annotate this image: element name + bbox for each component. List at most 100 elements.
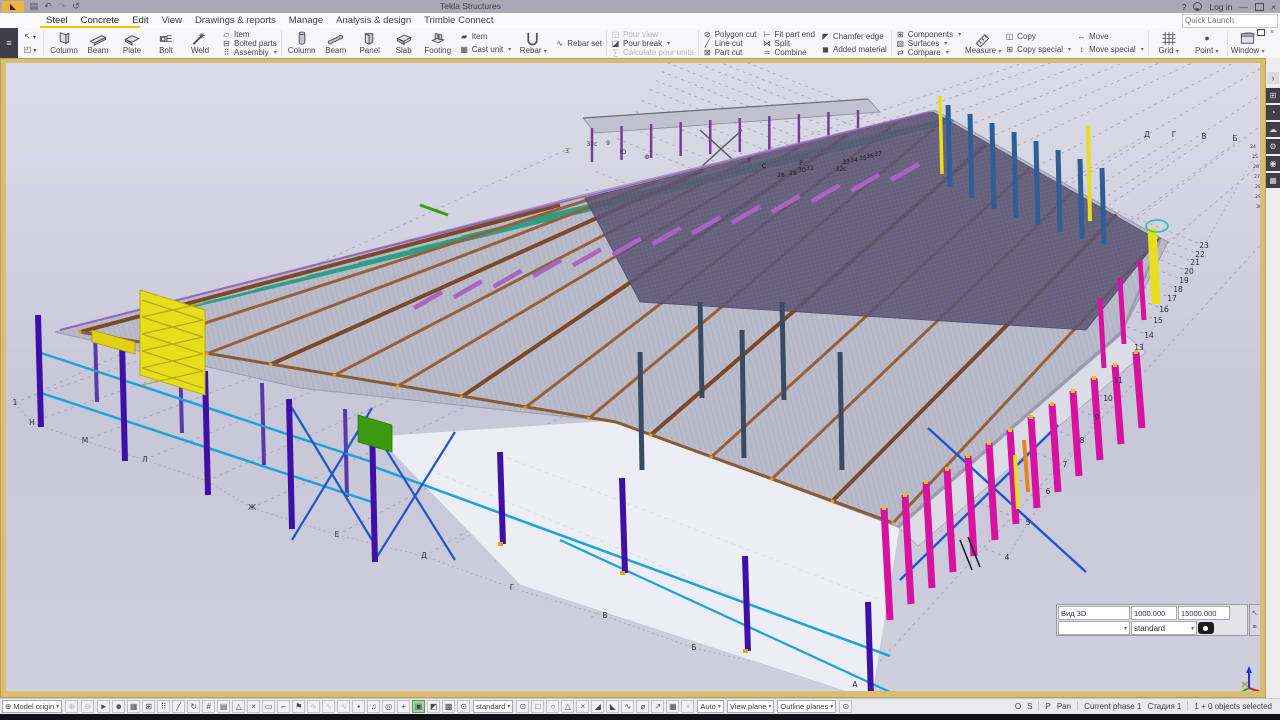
steel-item-button[interactable]: ▱Item: [222, 30, 277, 39]
steel-bolted-parts-button[interactable]: ⊟Bolted parts: [222, 39, 277, 48]
steel-beam-button[interactable]: Beam: [81, 28, 115, 58]
tab-drawings-reports[interactable]: Drawings & reports: [195, 15, 276, 26]
model-viewport[interactable]: 1НМЛКЖЕДГВБА4567891011131415161718192021…: [6, 63, 1260, 691]
view-name-field[interactable]: [1058, 606, 1130, 620]
select-weld-b-icon[interactable]: ∿: [322, 700, 335, 713]
steel-assembly-button[interactable]: ⠿Assembly▾: [222, 48, 277, 57]
pour-pour-view-button[interactable]: ◱Pour view: [611, 30, 694, 39]
ribbon-close-icon[interactable]: ×: [1270, 29, 1274, 36]
select-highlight-icon[interactable]: ▣: [412, 700, 425, 713]
select-rectangle-icon[interactable]: ▭: [262, 700, 275, 713]
tab-manage[interactable]: Manage: [289, 15, 323, 26]
measure-measure-button[interactable]: Measure ▾: [966, 28, 1000, 58]
snap-intersection-icon[interactable]: ×: [576, 700, 589, 713]
help-icon[interactable]: ?: [1182, 2, 1187, 12]
dialog-list-icon[interactable]: ≡: [1252, 624, 1256, 631]
tab-analysis-design[interactable]: Analysis & design: [336, 15, 411, 26]
snap-grid-icon[interactable]: ▦: [666, 700, 679, 713]
zoom-selected-icon[interactable]: ⊙: [457, 700, 470, 713]
catalog-pane-icon[interactable]: ◉: [1266, 156, 1280, 171]
concrete-beam-button[interactable]: Beam: [319, 28, 353, 58]
rebar-rebar-button[interactable]: Rebar ▾: [516, 28, 550, 58]
components-pane-icon[interactable]: ⊞: [1266, 88, 1280, 103]
steel-weld-button[interactable]: Weld: [183, 28, 217, 58]
select-views-icon[interactable]: △: [232, 700, 245, 713]
snap-off-icon[interactable]: ×: [681, 700, 694, 713]
edit-combine-button[interactable]: ≍Combine: [763, 48, 815, 57]
quick-launch-input[interactable]: [1183, 16, 1280, 25]
view-depth-up-field[interactable]: [1131, 606, 1177, 620]
view-settings-combo[interactable]: standard▾: [1131, 621, 1197, 635]
select-assemblies-icon[interactable]: ↻: [187, 700, 200, 713]
origin-combo[interactable]: ⊕Model origin▾: [2, 700, 62, 713]
copy-copy-special-button[interactable]: ⊞Copy special▾: [1005, 45, 1071, 54]
select-grid-icon[interactable]: ⊞: [142, 700, 155, 713]
select-flags-icon[interactable]: ⚑: [292, 700, 305, 713]
close-button[interactable]: ×: [1271, 2, 1276, 12]
edit-chamfer-edge-button[interactable]: ◤Chamfer edge: [821, 32, 887, 41]
snap-center-icon[interactable]: ○: [546, 700, 559, 713]
model-3d-view[interactable]: 1НМЛКЖЕДГВБА4567891011131415161718192021…: [6, 63, 1260, 691]
tab-view[interactable]: View: [162, 15, 182, 26]
settings-pane-icon[interactable]: ⚙: [1266, 139, 1280, 154]
edit-split-button[interactable]: ⋈Split: [763, 39, 815, 48]
snap-nearest-icon[interactable]: ⌀: [636, 700, 649, 713]
snap-midpoint-icon[interactable]: △: [561, 700, 574, 713]
pour-calculate-pour-units-button[interactable]: ∑Calculate pour units: [611, 48, 694, 57]
copy-copy-button[interactable]: ◫Copy: [1005, 32, 1071, 41]
select-weld-a-icon[interactable]: ∿: [307, 700, 320, 713]
pour-pour-break-button[interactable]: ◪Pour break▾: [611, 39, 694, 48]
edit-part-cut-button[interactable]: ⊠Part cut: [703, 48, 757, 57]
edit-polygon-cut-button[interactable]: ⊘Polygon cut: [703, 30, 757, 39]
select-grid-planes-icon[interactable]: ▤: [217, 700, 230, 713]
tab-edit[interactable]: Edit: [132, 15, 148, 26]
view-plane-combo[interactable]: View plane▾: [727, 700, 775, 713]
select-parts-icon[interactable]: ╱: [172, 700, 185, 713]
move-move-button[interactable]: ↔Move: [1077, 32, 1144, 41]
origin-remove-button[interactable]: ⊖: [81, 700, 94, 713]
concrete-cast-unit-button[interactable]: ▦Cast unit▾: [460, 45, 512, 54]
point-point-button[interactable]: Point ▾: [1190, 28, 1224, 58]
visibility-eye-button[interactable]: [1198, 622, 1214, 634]
save-icon[interactable]: ▤: [27, 1, 41, 12]
snap-perpendicular-icon[interactable]: ◢: [591, 700, 604, 713]
snap-auto-combo[interactable]: Auto▾: [697, 700, 723, 713]
snap-geometry-icon[interactable]: □: [531, 700, 544, 713]
steel-column-button[interactable]: Column: [47, 28, 81, 58]
select-components-icon[interactable]: ⠿: [157, 700, 170, 713]
snap-reference-icon[interactable]: ⊙: [516, 700, 529, 713]
ribbon-minimize-icon[interactable]: —: [1245, 29, 1252, 36]
edit-added-material-button[interactable]: ◼Added material: [821, 45, 887, 54]
rebar-rebar-set-button[interactable]: ∿Rebar set: [555, 39, 602, 48]
shade-toggle-icon[interactable]: ◩: [427, 700, 440, 713]
ribbon-restore-icon[interactable]: [1257, 29, 1265, 36]
select-solids-icon[interactable]: ▪: [352, 700, 365, 713]
select-add-icon[interactable]: +: [397, 700, 410, 713]
direct-modification-icon[interactable]: ☻: [112, 700, 125, 713]
steel-plate-button[interactable]: Plate: [115, 28, 149, 58]
history-icon[interactable]: ↺: [69, 1, 83, 12]
select-cuts-icon[interactable]: ×: [247, 700, 260, 713]
selection-filter-combo[interactable]: standard▾: [473, 700, 513, 713]
select-points-icon[interactable]: ◎: [382, 700, 395, 713]
concrete-slab-button[interactable]: Slab: [387, 28, 421, 58]
layout-pane-icon[interactable]: ▦: [1266, 173, 1280, 188]
select-weld-c-icon[interactable]: ∿: [337, 700, 350, 713]
steel-bolt-button[interactable]: Bolt: [149, 28, 183, 58]
tools-compare-button[interactable]: ⇄Compare▾: [896, 48, 961, 57]
edit-fit-part-end-button[interactable]: ⊢Fit part end: [763, 30, 815, 39]
tools-components-button[interactable]: ⊞Components▾: [896, 30, 961, 39]
concrete-item-button[interactable]: ▰Item: [460, 32, 512, 41]
redo-icon[interactable]: ↷: [55, 1, 69, 12]
snap-depth-icon[interactable]: ⊙: [839, 700, 852, 713]
grid-grid-button[interactable]: Grid ▾: [1152, 28, 1186, 58]
tab-concrete[interactable]: Concrete: [81, 15, 120, 26]
concrete-column-button[interactable]: Column: [285, 28, 319, 58]
tab-trimble-connect[interactable]: Trimble Connect: [424, 15, 493, 26]
select-annotations-icon[interactable]: ♫: [367, 700, 380, 713]
pointer-tool-button[interactable]: ↖ ▾: [24, 32, 36, 41]
tab-steel[interactable]: Steel: [46, 15, 68, 26]
quick-launch-box[interactable]: [1182, 14, 1278, 28]
concrete-panel-button[interactable]: Panel: [353, 28, 387, 58]
file-menu-button[interactable]: ≡: [0, 28, 18, 58]
